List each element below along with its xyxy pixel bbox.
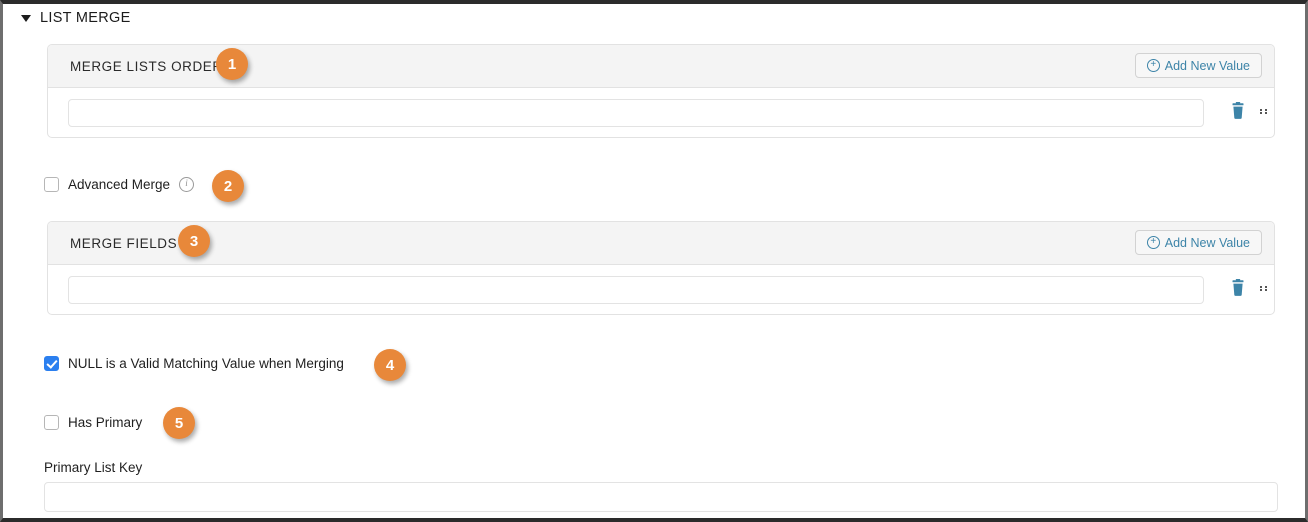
- advanced-merge-label: Advanced Merge: [68, 177, 171, 192]
- card-merge-lists-order: MERGE LISTS ORDER + Add New Value 1: [47, 44, 1275, 138]
- badge-number: 3: [189, 232, 199, 250]
- card-row: [48, 88, 1274, 137]
- drag-handle-icon[interactable]: [1260, 109, 1267, 114]
- card-merge-fields: MERGE FIELDS + Add New Value 3: [47, 221, 1275, 315]
- annotation-badge-2: 2: [212, 170, 244, 202]
- advanced-merge-checkbox[interactable]: [44, 177, 59, 192]
- null-valid-matching-checkbox[interactable]: [44, 356, 59, 371]
- checkbox-row-advanced-merge[interactable]: Advanced Merge i: [44, 177, 195, 192]
- add-new-value-label: Add New Value: [1164, 235, 1250, 250]
- annotation-badge-1: 1: [216, 48, 248, 80]
- annotation-badge-4: 4: [374, 349, 406, 381]
- list-merge-panel: LIST MERGE MERGE LISTS ORDER + Add New V…: [3, 4, 1305, 518]
- annotation-badge-5: 5: [163, 407, 195, 439]
- checkbox-row-null-valid-matching[interactable]: NULL is a Valid Matching Value when Merg…: [44, 356, 344, 371]
- screenshot-frame: LIST MERGE MERGE LISTS ORDER + Add New V…: [0, 0, 1308, 522]
- merge-fields-value-input[interactable]: [68, 275, 1204, 304]
- card-header: MERGE FIELDS + Add New Value: [48, 222, 1274, 265]
- checkbox-row-has-primary[interactable]: Has Primary: [44, 415, 142, 430]
- has-primary-checkbox[interactable]: [44, 415, 59, 430]
- caret-down-icon[interactable]: [21, 14, 31, 22]
- badge-number: 1: [227, 55, 237, 73]
- primary-list-key-label: Primary List Key: [44, 460, 143, 475]
- drag-handle-icon[interactable]: [1260, 286, 1267, 291]
- add-new-value-button-merge-fields[interactable]: + Add New Value: [1134, 230, 1262, 255]
- null-valid-matching-label: NULL is a Valid Matching Value when Merg…: [68, 356, 344, 371]
- info-circle-icon[interactable]: i: [179, 177, 195, 192]
- card-title: MERGE LISTS ORDER: [70, 58, 223, 74]
- add-new-value-button-merge-lists-order[interactable]: + Add New Value: [1134, 53, 1262, 78]
- badge-number: 5: [174, 414, 184, 432]
- section-title: LIST MERGE: [40, 10, 131, 26]
- has-primary-label: Has Primary: [68, 415, 143, 430]
- plus-circle-icon: +: [1146, 236, 1160, 249]
- add-new-value-label: Add New Value: [1164, 58, 1250, 73]
- annotation-badge-3: 3: [178, 225, 210, 257]
- badge-number: 4: [385, 356, 395, 374]
- trash-icon[interactable]: [1230, 102, 1246, 120]
- merge-lists-order-value-input[interactable]: [68, 98, 1204, 127]
- trash-icon[interactable]: [1230, 279, 1246, 297]
- card-row: [48, 265, 1274, 314]
- section-header-list-merge[interactable]: LIST MERGE: [21, 10, 131, 26]
- plus-circle-icon: +: [1146, 59, 1160, 72]
- primary-list-key-input[interactable]: [44, 482, 1278, 512]
- badge-number: 2: [223, 177, 233, 195]
- card-title: MERGE FIELDS: [70, 235, 178, 251]
